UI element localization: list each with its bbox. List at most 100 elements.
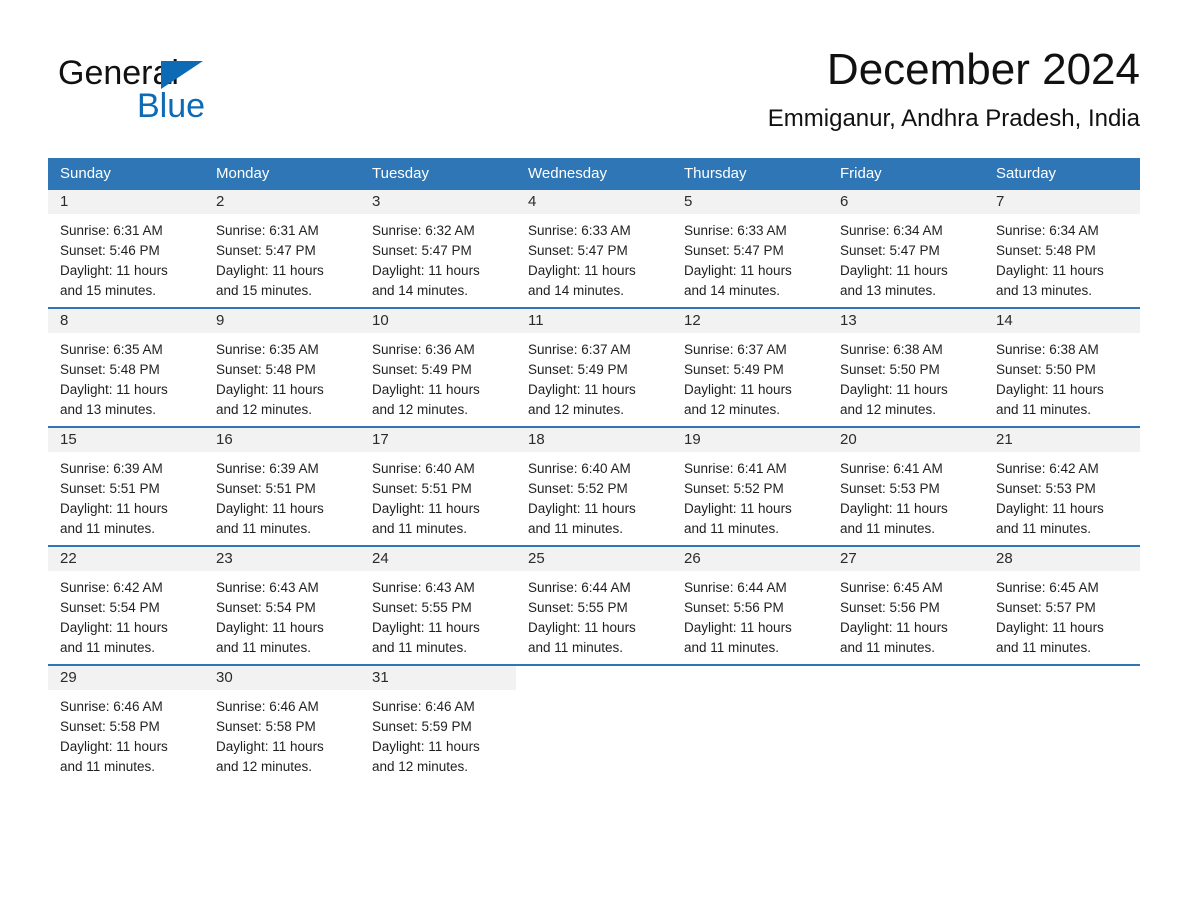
daylight-text-line1: Daylight: 11 hours [60,501,168,516]
day-cell-31[interactable]: 31 Sunrise: 6:46 AM Sunset: 5:59 PM Dayligh… [360,666,516,783]
page-header: General Blue December 2024 Emmiganur, An… [48,44,1140,152]
day-details: Sunrise: 6:44 AM Sunset: 5:56 PM Daylight:… [672,571,828,658]
day-cell-21[interactable]: 21 Sunrise: 6:42 AM Sunset: 5:53 PM Dayligh… [984,428,1140,545]
day-cell-12[interactable]: 12 Sunrise: 6:37 AM Sunset: 5:49 PM Dayligh… [672,309,828,426]
daylight-text-line2: and 11 minutes. [216,521,312,536]
calendar-week-row: 15 Sunrise: 6:39 AM Sunset: 5:51 PM Dayligh… [48,426,1140,545]
day-cell-1[interactable]: 1 Sunrise: 6:31 AM Sunset: 5:46 PM Daylight… [48,190,204,307]
day-cell-23[interactable]: 23 Sunrise: 6:43 AM Sunset: 5:54 PM Dayligh… [204,547,360,664]
sunset-text: Sunset: 5:49 PM [528,362,628,377]
sunset-text: Sunset: 5:53 PM [996,481,1096,496]
sunrise-text: Sunrise: 6:46 AM [372,699,475,714]
daylight-text-line1: Daylight: 11 hours [60,739,168,754]
day-cell-11[interactable]: 11 Sunrise: 6:37 AM Sunset: 5:49 PM Dayligh… [516,309,672,426]
daylight-text-line2: and 12 minutes. [372,402,469,417]
day-details: Sunrise: 6:34 AM Sunset: 5:48 PM Daylight:… [984,214,1140,301]
day-details: Sunrise: 6:36 AM Sunset: 5:49 PM Daylight:… [360,333,516,420]
day-cell-29[interactable]: 29 Sunrise: 6:46 AM Sunset: 5:58 PM Dayligh… [48,666,204,783]
day-cell-3[interactable]: 3 Sunrise: 6:32 AM Sunset: 5:47 PM Daylight… [360,190,516,307]
daylight-text-line1: Daylight: 11 hours [216,620,324,635]
day-number: 2 [216,193,225,210]
day-details: Sunrise: 6:40 AM Sunset: 5:52 PM Daylight:… [516,452,672,539]
daylight-text-line2: and 11 minutes. [60,759,156,774]
day-details: Sunrise: 6:42 AM Sunset: 5:53 PM Daylight:… [984,452,1140,539]
day-cell-8[interactable]: 8 Sunrise: 6:35 AM Sunset: 5:48 PM Daylight… [48,309,204,426]
day-details: Sunrise: 6:39 AM Sunset: 5:51 PM Daylight:… [48,452,204,539]
weekday-header-monday: Monday [216,165,270,182]
sunrise-text: Sunrise: 6:33 AM [684,223,787,238]
day-cell-7[interactable]: 7 Sunrise: 6:34 AM Sunset: 5:48 PM Daylight… [984,190,1140,307]
day-details: Sunrise: 6:37 AM Sunset: 5:49 PM Daylight:… [516,333,672,420]
day-cell-13[interactable]: 13 Sunrise: 6:38 AM Sunset: 5:50 PM Dayligh… [828,309,984,426]
day-details: Sunrise: 6:38 AM Sunset: 5:50 PM Daylight:… [984,333,1140,420]
daylight-text-line2: and 11 minutes. [372,640,468,655]
day-cell-18[interactable]: 18 Sunrise: 6:40 AM Sunset: 5:52 PM Dayligh… [516,428,672,545]
day-cell-28[interactable]: 28 Sunrise: 6:45 AM Sunset: 5:57 PM Dayligh… [984,547,1140,664]
sunset-text: Sunset: 5:52 PM [684,481,784,496]
sunset-text: Sunset: 5:51 PM [216,481,316,496]
day-cell-9[interactable]: 9 Sunrise: 6:35 AM Sunset: 5:48 PM Daylight… [204,309,360,426]
sunrise-text: Sunrise: 6:43 AM [372,580,475,595]
day-cell-20[interactable]: 20 Sunrise: 6:41 AM Sunset: 5:53 PM Dayligh… [828,428,984,545]
day-number-band: 14 [984,309,1140,333]
daylight-text-line1: Daylight: 11 hours [684,382,792,397]
weekday-header-wednesday: Wednesday [528,165,607,182]
sunset-text: Sunset: 5:47 PM [372,243,472,258]
calendar-week-row: 22 Sunrise: 6:42 AM Sunset: 5:54 PM Dayligh… [48,545,1140,664]
daylight-text-line2: and 11 minutes. [60,640,156,655]
day-cell-2[interactable]: 2 Sunrise: 6:31 AM Sunset: 5:47 PM Daylight… [204,190,360,307]
day-details [672,690,828,697]
day-details: Sunrise: 6:44 AM Sunset: 5:55 PM Daylight:… [516,571,672,658]
sunrise-text: Sunrise: 6:44 AM [528,580,631,595]
day-cell-19[interactable]: 19 Sunrise: 6:41 AM Sunset: 5:52 PM Dayligh… [672,428,828,545]
day-cell-24[interactable]: 24 Sunrise: 6:43 AM Sunset: 5:55 PM Dayligh… [360,547,516,664]
day-cell-25[interactable]: 25 Sunrise: 6:44 AM Sunset: 5:55 PM Dayligh… [516,547,672,664]
day-details: Sunrise: 6:33 AM Sunset: 5:47 PM Daylight:… [672,214,828,301]
day-number-band: 9 [204,309,360,333]
day-cell-26[interactable]: 26 Sunrise: 6:44 AM Sunset: 5:56 PM Dayligh… [672,547,828,664]
day-cell-4[interactable]: 4 Sunrise: 6:33 AM Sunset: 5:47 PM Daylight… [516,190,672,307]
day-cell-16[interactable]: 16 Sunrise: 6:39 AM Sunset: 5:51 PM Dayligh… [204,428,360,545]
day-details: Sunrise: 6:38 AM Sunset: 5:50 PM Daylight:… [828,333,984,420]
daylight-text-line1: Daylight: 11 hours [528,263,636,278]
day-cell-6[interactable]: 6 Sunrise: 6:34 AM Sunset: 5:47 PM Daylight… [828,190,984,307]
day-cell-14[interactable]: 14 Sunrise: 6:38 AM Sunset: 5:50 PM Dayligh… [984,309,1140,426]
daylight-text-line2: and 11 minutes. [840,521,936,536]
page-subtitle: Emmiganur, Andhra Pradesh, India [767,105,1140,132]
sunrise-text: Sunrise: 6:31 AM [60,223,163,238]
daylight-text-line2: and 12 minutes. [216,759,313,774]
daylight-text-line2: and 11 minutes. [996,640,1092,655]
daylight-text-line1: Daylight: 11 hours [528,501,636,516]
day-number-band: 17 [360,428,516,452]
day-cell-10[interactable]: 10 Sunrise: 6:36 AM Sunset: 5:49 PM Dayligh… [360,309,516,426]
daylight-text-line2: and 11 minutes. [840,640,936,655]
day-number: 20 [840,431,857,448]
day-number: 10 [372,312,389,329]
sunset-text: Sunset: 5:50 PM [840,362,940,377]
day-cell-27[interactable]: 27 Sunrise: 6:45 AM Sunset: 5:56 PM Dayligh… [828,547,984,664]
sunset-text: Sunset: 5:47 PM [684,243,784,258]
day-number: 21 [996,431,1013,448]
daylight-text-line2: and 11 minutes. [372,521,468,536]
day-cell-5[interactable]: 5 Sunrise: 6:33 AM Sunset: 5:47 PM Daylight… [672,190,828,307]
day-cell-15[interactable]: 15 Sunrise: 6:39 AM Sunset: 5:51 PM Dayligh… [48,428,204,545]
sunset-text: Sunset: 5:57 PM [996,600,1096,615]
day-details: Sunrise: 6:40 AM Sunset: 5:51 PM Daylight:… [360,452,516,539]
day-cell-30[interactable]: 30 Sunrise: 6:46 AM Sunset: 5:58 PM Dayligh… [204,666,360,783]
logo-text-blue: Blue [137,87,206,125]
sunrise-text: Sunrise: 6:42 AM [996,461,1099,476]
daylight-text-line1: Daylight: 11 hours [840,620,948,635]
daylight-text-line1: Daylight: 11 hours [372,620,480,635]
day-number-band: 4 [516,190,672,214]
sunset-text: Sunset: 5:56 PM [840,600,940,615]
daylight-text-line2: and 11 minutes. [684,521,780,536]
daylight-text-line2: and 14 minutes. [372,283,469,298]
daylight-text-line1: Daylight: 11 hours [60,620,168,635]
day-cell-22[interactable]: 22 Sunrise: 6:42 AM Sunset: 5:54 PM Dayligh… [48,547,204,664]
page-title: December 2024 [826,45,1140,94]
daylight-text-line1: Daylight: 11 hours [684,501,792,516]
day-cell-empty [516,666,672,783]
sunrise-text: Sunrise: 6:45 AM [996,580,1099,595]
sunset-text: Sunset: 5:48 PM [216,362,316,377]
day-cell-17[interactable]: 17 Sunrise: 6:40 AM Sunset: 5:51 PM Dayligh… [360,428,516,545]
